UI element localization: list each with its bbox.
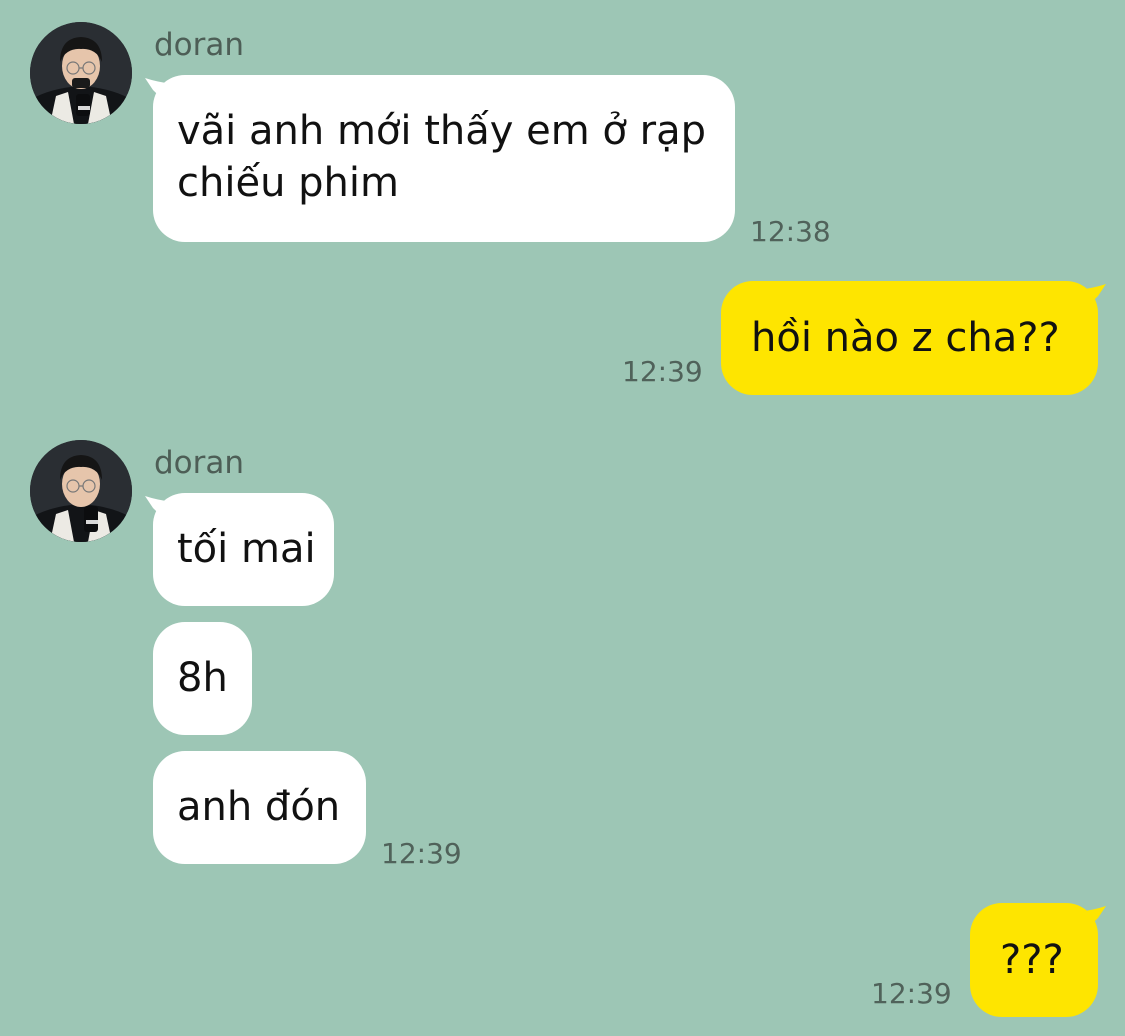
sender-name: doran (154, 27, 245, 63)
bubble-tail (1074, 284, 1106, 318)
message-bubble[interactable]: anh đón (153, 751, 366, 864)
message-text: 8h (177, 655, 228, 701)
message-text: tối mai (177, 526, 316, 572)
message-bubble[interactable]: tối mai (153, 493, 334, 606)
bubble-tail (1074, 906, 1106, 940)
message-text-line: chiếu phim (177, 160, 399, 206)
message-text: hồi nào z cha?? (751, 315, 1060, 361)
message-timestamp: 12:39 (381, 837, 462, 870)
sender-avatar[interactable] (30, 440, 132, 542)
message-timestamp: 12:38 (750, 215, 831, 248)
sender-avatar[interactable] (30, 22, 132, 124)
message-bubble[interactable]: 8h (153, 622, 252, 735)
message-text: ??? (1000, 937, 1064, 983)
chat-window: doran vãi anh mới thấy em ở rạp chiếu ph… (0, 0, 1125, 1036)
profile-photo-icon (30, 22, 132, 124)
message-text-line: vãi anh mới thấy em ở rạp (177, 108, 706, 154)
message-bubble[interactable]: vãi anh mới thấy em ở rạp chiếu phim (153, 75, 735, 242)
message-text: anh đón (177, 784, 341, 830)
message-bubble[interactable]: hồi nào z cha?? (721, 281, 1098, 395)
sender-name: doran (154, 445, 245, 481)
message-timestamp: 12:39 (871, 977, 952, 1010)
message-timestamp: 12:39 (622, 355, 703, 388)
profile-photo-icon (30, 440, 132, 542)
